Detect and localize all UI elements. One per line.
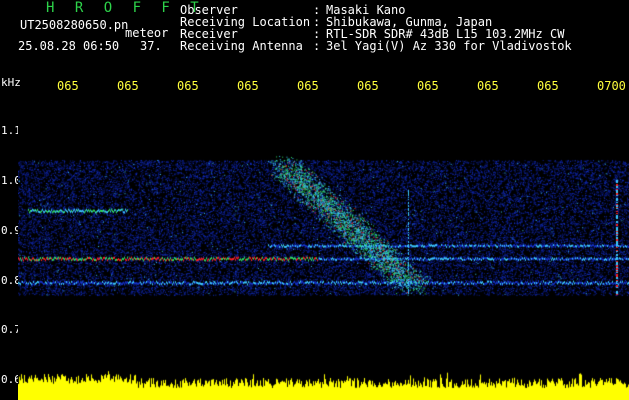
power-level-bars (18, 370, 629, 400)
file-name: UT2508280650.pn (20, 18, 129, 32)
time-label: 065 (357, 79, 379, 93)
antenna-label: Receiving Antenna (180, 39, 303, 53)
capture-datetime: 25.08.28 06:50 (18, 39, 120, 53)
frequency-unit-label: kHz (1, 76, 21, 89)
time-label: 065 (297, 79, 319, 93)
time-label: 065 (57, 79, 79, 93)
antenna-value: 3el Yagi(V) Az 330 for Vladivostok (326, 39, 572, 53)
time-label: 065 (237, 79, 259, 93)
time-label: 065 (117, 79, 139, 93)
spectrogram (18, 95, 629, 378)
detection-tag: meteor (125, 26, 169, 40)
time-label: 065 (537, 79, 559, 93)
time-label: 065 (477, 79, 499, 93)
time-label: 065 (417, 79, 439, 93)
time-label: 065 (177, 79, 199, 93)
antenna-colon: : (313, 39, 321, 53)
time-label: 0700 (597, 79, 626, 93)
meteor-count: 37. (140, 39, 162, 53)
